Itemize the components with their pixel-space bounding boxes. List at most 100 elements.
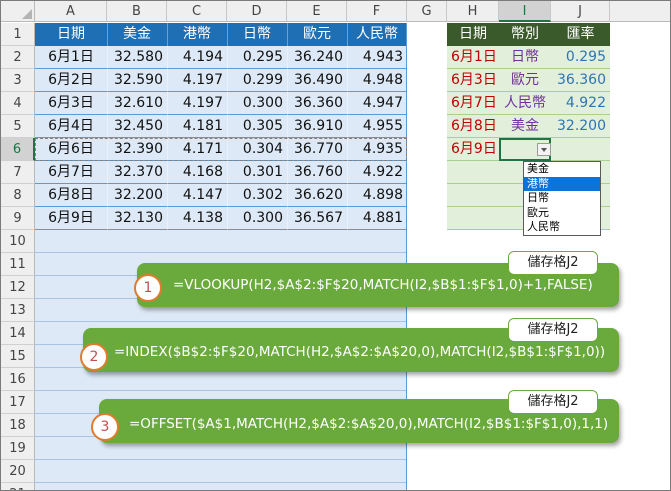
left-date-cell[interactable]: 6月8日 bbox=[35, 184, 107, 207]
left-date-cell[interactable]: 6月7日 bbox=[35, 161, 107, 184]
left-rate-cell[interactable]: 4.138 bbox=[167, 207, 227, 230]
left-rate-cell[interactable]: 32.200 bbox=[107, 184, 167, 207]
left-rate-cell[interactable]: 4.947 bbox=[347, 92, 407, 115]
row-header-21[interactable]: 21 bbox=[1, 483, 35, 490]
row-header-20[interactable]: 20 bbox=[1, 460, 35, 483]
left-rate-cell[interactable]: 32.450 bbox=[107, 115, 167, 138]
left-rate-cell[interactable]: 4.943 bbox=[347, 46, 407, 69]
right-date-cell[interactable]: 6月7日 bbox=[447, 92, 499, 115]
right-currency-cell[interactable]: 日幣 bbox=[499, 46, 551, 69]
right-rate-cell[interactable]: 36.360 bbox=[551, 69, 610, 92]
column-header-e[interactable]: E bbox=[287, 1, 347, 22]
left-rate-cell[interactable]: 4.948 bbox=[347, 69, 407, 92]
cell-reference-tag-1: 儲存格J2 bbox=[508, 251, 598, 275]
row-header-5[interactable]: 5 bbox=[1, 115, 35, 138]
left-row-line bbox=[35, 482, 407, 483]
left-rate-cell[interactable]: 36.240 bbox=[287, 46, 347, 69]
left-rate-cell[interactable]: 4.955 bbox=[347, 115, 407, 138]
right-currency-cell[interactable]: 美金 bbox=[499, 115, 551, 138]
left-rate-cell[interactable]: 4.922 bbox=[347, 161, 407, 184]
left-rate-cell[interactable]: 4.147 bbox=[167, 184, 227, 207]
left-rate-cell[interactable]: 0.301 bbox=[227, 161, 287, 184]
formula-text-1: =VLOOKUP(H2,$A$2:$F$20,MATCH(I2,$B$1:$F$… bbox=[173, 277, 593, 293]
left-date-cell[interactable]: 6月4日 bbox=[35, 115, 107, 138]
right-date-cell[interactable]: 6月1日 bbox=[447, 46, 499, 69]
dropdown-arrow-icon[interactable] bbox=[537, 143, 551, 156]
left-rate-cell[interactable]: 32.370 bbox=[107, 161, 167, 184]
left-rate-cell[interactable]: 4.194 bbox=[167, 46, 227, 69]
column-header-g[interactable]: G bbox=[407, 1, 447, 22]
row-header-17[interactable]: 17 bbox=[1, 391, 35, 414]
row-header-12[interactable]: 12 bbox=[1, 276, 35, 299]
left-rate-cell[interactable]: 4.881 bbox=[347, 207, 407, 230]
row-header-19[interactable]: 19 bbox=[1, 437, 35, 460]
dropdown-option[interactable]: 美金 bbox=[524, 162, 600, 177]
row-header-16[interactable]: 16 bbox=[1, 368, 35, 391]
right-currency-cell[interactable]: 歐元 bbox=[499, 69, 551, 92]
row-header-9[interactable]: 9 bbox=[1, 207, 35, 230]
left-rate-cell[interactable]: 36.910 bbox=[287, 115, 347, 138]
left-rate-cell[interactable]: 0.299 bbox=[227, 69, 287, 92]
formula-text-3: =OFFSET($A$1,MATCH(H2,$A$2:$A$20,0),MATC… bbox=[129, 416, 609, 432]
dropdown-option[interactable]: 人民幣 bbox=[524, 220, 600, 235]
row-header-7[interactable]: 7 bbox=[1, 161, 35, 184]
left-date-cell[interactable]: 6月9日 bbox=[35, 207, 107, 230]
right-date-cell[interactable]: 6月9日 bbox=[447, 138, 499, 161]
left-rate-cell[interactable]: 0.295 bbox=[227, 46, 287, 69]
left-rate-cell[interactable]: 0.300 bbox=[227, 207, 287, 230]
right-date-cell[interactable]: 6月3日 bbox=[447, 69, 499, 92]
row-header-3[interactable]: 3 bbox=[1, 69, 35, 92]
left-rate-cell[interactable]: 32.590 bbox=[107, 69, 167, 92]
left-date-cell[interactable]: 6月2日 bbox=[35, 69, 107, 92]
left-rate-cell[interactable]: 0.305 bbox=[227, 115, 287, 138]
left-date-cell[interactable]: 6月1日 bbox=[35, 46, 107, 69]
right-rate-cell[interactable]: 32.200 bbox=[551, 115, 610, 138]
cell-reference-tag-3: 儲存格J2 bbox=[508, 390, 598, 414]
left-rate-cell[interactable]: 4.181 bbox=[167, 115, 227, 138]
left-rate-cell[interactable]: 36.490 bbox=[287, 69, 347, 92]
left-rate-cell[interactable]: 0.302 bbox=[227, 184, 287, 207]
column-header-b[interactable]: B bbox=[107, 1, 167, 22]
left-rate-cell[interactable]: 4.168 bbox=[167, 161, 227, 184]
row-header-15[interactable]: 15 bbox=[1, 345, 35, 368]
column-header-i[interactable]: I bbox=[499, 1, 551, 22]
column-header-h[interactable]: H bbox=[447, 1, 499, 22]
row-header-2[interactable]: 2 bbox=[1, 46, 35, 69]
column-header-a[interactable]: A bbox=[35, 1, 107, 22]
left-rate-cell[interactable]: 36.567 bbox=[287, 207, 347, 230]
left-rate-cell[interactable]: 4.898 bbox=[347, 184, 407, 207]
select-all-corner[interactable] bbox=[1, 1, 35, 22]
right-rate-cell[interactable]: 0.295 bbox=[551, 46, 610, 69]
row-header-13[interactable]: 13 bbox=[1, 299, 35, 322]
column-header-f[interactable]: F bbox=[347, 1, 407, 22]
left-rate-cell[interactable]: 36.760 bbox=[287, 161, 347, 184]
right-date-cell[interactable]: 6月8日 bbox=[447, 115, 499, 138]
left-rate-cell[interactable]: 36.620 bbox=[287, 184, 347, 207]
right-rate-cell[interactable]: 4.922 bbox=[551, 92, 610, 115]
row-header-1[interactable]: 1 bbox=[1, 23, 35, 46]
row-header-10[interactable]: 10 bbox=[1, 230, 35, 253]
left-rate-cell[interactable]: 4.197 bbox=[167, 92, 227, 115]
left-rate-cell[interactable]: 36.360 bbox=[287, 92, 347, 115]
left-rate-cell[interactable]: 4.197 bbox=[167, 69, 227, 92]
row-header-18[interactable]: 18 bbox=[1, 414, 35, 437]
row-header-8[interactable]: 8 bbox=[1, 184, 35, 207]
row-header-11[interactable]: 11 bbox=[1, 253, 35, 276]
left-rate-cell[interactable]: 0.300 bbox=[227, 92, 287, 115]
row-header-14[interactable]: 14 bbox=[1, 322, 35, 345]
column-header-c[interactable]: C bbox=[167, 1, 227, 22]
dropdown-option[interactable]: 港幣 bbox=[524, 176, 600, 192]
left-rate-cell[interactable]: 32.610 bbox=[107, 92, 167, 115]
column-header-d[interactable]: D bbox=[227, 1, 287, 22]
dropdown-option[interactable]: 日幣 bbox=[524, 191, 600, 206]
row-header-4[interactable]: 4 bbox=[1, 92, 35, 115]
right-rate-cell[interactable] bbox=[551, 138, 610, 161]
right-currency-cell[interactable]: 人民幣 bbox=[499, 92, 551, 115]
currency-dropdown-list[interactable]: 美金 港幣 日幣 歐元 人民幣 bbox=[523, 161, 601, 236]
left-rate-cell[interactable]: 32.130 bbox=[107, 207, 167, 230]
left-date-cell[interactable]: 6月3日 bbox=[35, 92, 107, 115]
column-header-j[interactable]: J bbox=[551, 1, 610, 22]
row-header-6[interactable]: 6 bbox=[1, 138, 35, 161]
dropdown-option[interactable]: 歐元 bbox=[524, 206, 600, 221]
left-rate-cell[interactable]: 32.580 bbox=[107, 46, 167, 69]
